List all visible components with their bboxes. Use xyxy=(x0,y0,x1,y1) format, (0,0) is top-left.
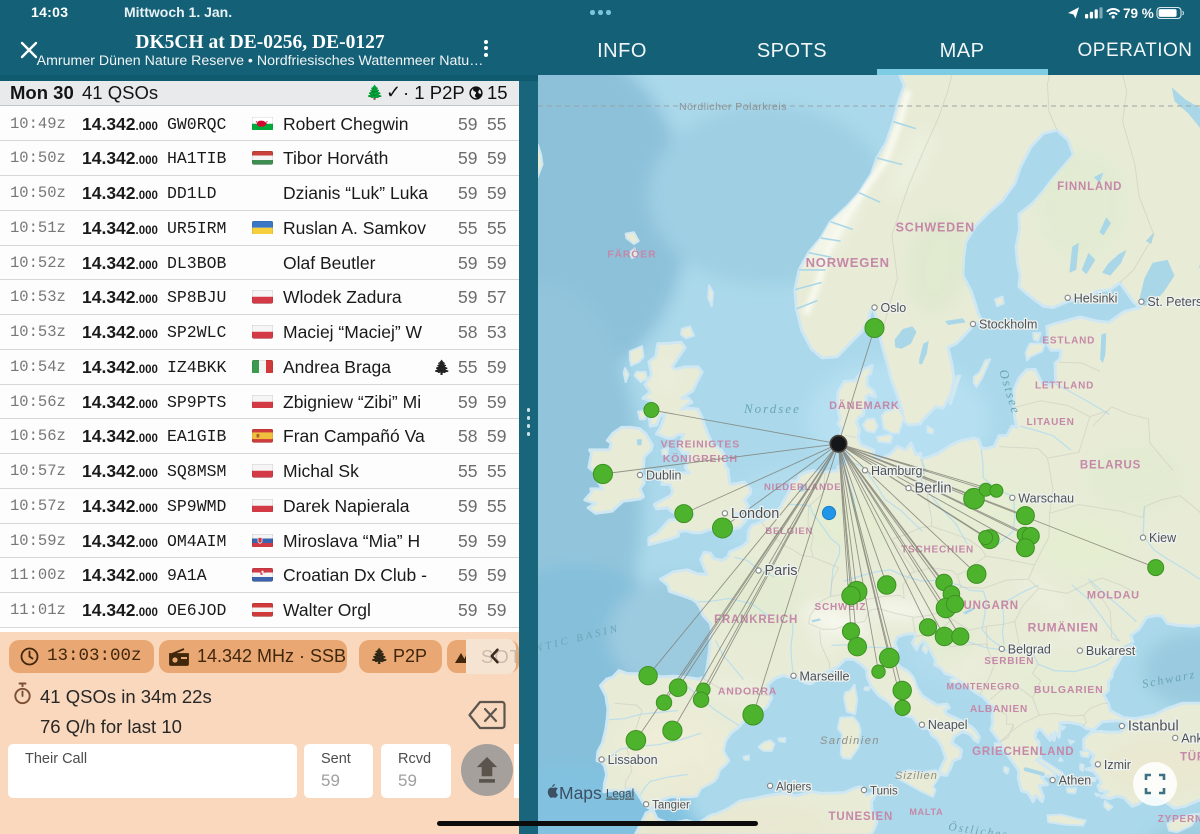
svg-text:Maps: Maps xyxy=(559,783,602,803)
svg-text:RUMÄNIEN: RUMÄNIEN xyxy=(1028,620,1099,635)
svg-text:Nördlicher Polarkreis: Nördlicher Polarkreis xyxy=(679,101,787,113)
svg-text:TSCHECHIEN: TSCHECHIEN xyxy=(901,545,974,556)
svg-text:St. Petersb: St. Petersb xyxy=(1147,295,1200,309)
svg-text:VEREINIGTES: VEREINIGTES xyxy=(661,439,740,451)
svg-text:Istanbul: Istanbul xyxy=(1128,719,1179,735)
svg-text:Warschau: Warschau xyxy=(1018,491,1074,505)
svg-text:ZYPERN: ZYPERN xyxy=(1158,814,1200,825)
svg-text:Tangier: Tangier xyxy=(652,800,690,812)
svg-text:Anka: Anka xyxy=(1181,731,1200,745)
svg-text:MOLDAU: MOLDAU xyxy=(1087,590,1140,602)
svg-text:MONTENEGRO: MONTENEGRO xyxy=(947,681,1021,691)
svg-text:Paris: Paris xyxy=(765,563,798,579)
svg-text:ANDORRA: ANDORRA xyxy=(718,685,777,697)
svg-text:Oslo: Oslo xyxy=(881,301,907,315)
svg-text:SCHWEDEN: SCHWEDEN xyxy=(896,221,975,235)
svg-text:BULGARIEN: BULGARIEN xyxy=(1034,684,1104,696)
svg-text:TUNESIEN: TUNESIEN xyxy=(829,811,894,823)
svg-text:BELARUS: BELARUS xyxy=(1080,459,1141,471)
svg-text:DÄNEMARK: DÄNEMARK xyxy=(829,399,900,412)
svg-text:Marseille: Marseille xyxy=(800,669,850,683)
svg-text:NORWEGEN: NORWEGEN xyxy=(806,255,890,270)
svg-text:FINNLAND: FINNLAND xyxy=(1057,181,1122,193)
svg-text:LETTLAND: LETTLAND xyxy=(1035,381,1094,392)
svg-text:Stockholm: Stockholm xyxy=(979,318,1037,332)
svg-text:Hamburg: Hamburg xyxy=(871,464,922,478)
svg-text:UNGARN: UNGARN xyxy=(964,600,1019,612)
svg-text:Neapel: Neapel xyxy=(928,718,968,732)
svg-text:Nordsee: Nordsee xyxy=(743,401,801,416)
svg-text:Algiers: Algiers xyxy=(776,781,811,793)
svg-text:ESTLAND: ESTLAND xyxy=(1042,335,1095,346)
svg-text:Athen: Athen xyxy=(1059,774,1092,788)
svg-text:Lissabon: Lissabon xyxy=(608,753,658,767)
svg-text:Sizilien: Sizilien xyxy=(895,770,938,782)
svg-text:79 %: 79 % xyxy=(1123,6,1154,20)
svg-text:ALBANIEN: ALBANIEN xyxy=(970,704,1028,715)
svg-text:FÄRÖER: FÄRÖER xyxy=(607,248,656,261)
svg-text:Bukarest: Bukarest xyxy=(1086,644,1136,658)
svg-text:SCHWEIZ: SCHWEIZ xyxy=(815,602,867,613)
svg-text:GRIECHENLAND: GRIECHENLAND xyxy=(972,746,1074,758)
svg-text:Legal: Legal xyxy=(606,789,634,801)
svg-text:Belgrad: Belgrad xyxy=(1008,642,1051,656)
svg-text:Tunis: Tunis xyxy=(870,786,898,798)
svg-text:Berlin: Berlin xyxy=(915,481,952,497)
svg-text:Sardinien: Sardinien xyxy=(820,735,880,747)
svg-text:MALTA: MALTA xyxy=(909,807,943,817)
svg-text:Helsinki: Helsinki xyxy=(1074,291,1118,305)
svg-text:LITAUEN: LITAUEN xyxy=(1026,417,1074,428)
svg-text:SERBIEN: SERBIEN xyxy=(984,656,1034,667)
svg-text:Kiew: Kiew xyxy=(1149,531,1177,545)
svg-text:London: London xyxy=(731,506,779,522)
svg-text:Izmir: Izmir xyxy=(1104,758,1131,772)
svg-text:TÜR: TÜR xyxy=(1180,751,1200,764)
svg-text:FRANKREICH: FRANKREICH xyxy=(714,614,798,626)
svg-text:Dublin: Dublin xyxy=(646,469,681,483)
